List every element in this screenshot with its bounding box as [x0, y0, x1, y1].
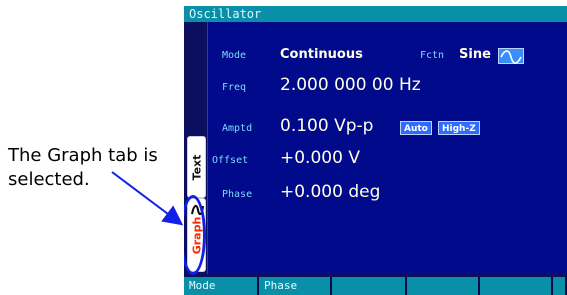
parameter-panel: Mode Continuous Fctn Sine Freq 2.000 000… [207, 22, 567, 274]
fctn-label: Fctn [420, 50, 445, 61]
callout-text: The Graph tab is selected. [8, 145, 158, 190]
high-z-badge: High-Z [438, 121, 480, 135]
softkey-4[interactable] [407, 277, 480, 295]
softkey-3[interactable] [332, 277, 407, 295]
fctn-value[interactable]: Sine [459, 47, 491, 62]
mode-label: Mode [222, 50, 247, 61]
freq-label: Freq [222, 82, 247, 93]
mode-value[interactable]: Continuous [280, 47, 363, 62]
freq-value[interactable]: 2.000 000 00 Hz [280, 75, 421, 95]
softkey-6[interactable] [553, 277, 567, 295]
tab-text-label: Text [190, 154, 204, 180]
phase-value[interactable]: +0.000 deg [280, 182, 380, 202]
softkey-phase[interactable]: Phase [259, 277, 332, 295]
instrument-screen: Oscillator Text Graph Mode Continuous Fc… [184, 6, 567, 295]
window-title: Oscillator [184, 6, 567, 22]
tab-text[interactable]: Text [187, 136, 206, 198]
softkey-5[interactable] [480, 277, 553, 295]
phase-label: Phase [222, 189, 253, 200]
auto-badge: Auto [400, 121, 432, 135]
sine-wave-icon [498, 48, 524, 64]
softkey-bar: Mode Phase [184, 277, 567, 295]
offset-value[interactable]: +0.000 V [280, 148, 360, 168]
softkey-mode[interactable]: Mode [184, 277, 259, 295]
amptd-value[interactable]: 0.100 Vp-p [280, 116, 373, 136]
amptd-label: Amptd [222, 123, 253, 134]
offset-label: Offset [212, 155, 249, 166]
